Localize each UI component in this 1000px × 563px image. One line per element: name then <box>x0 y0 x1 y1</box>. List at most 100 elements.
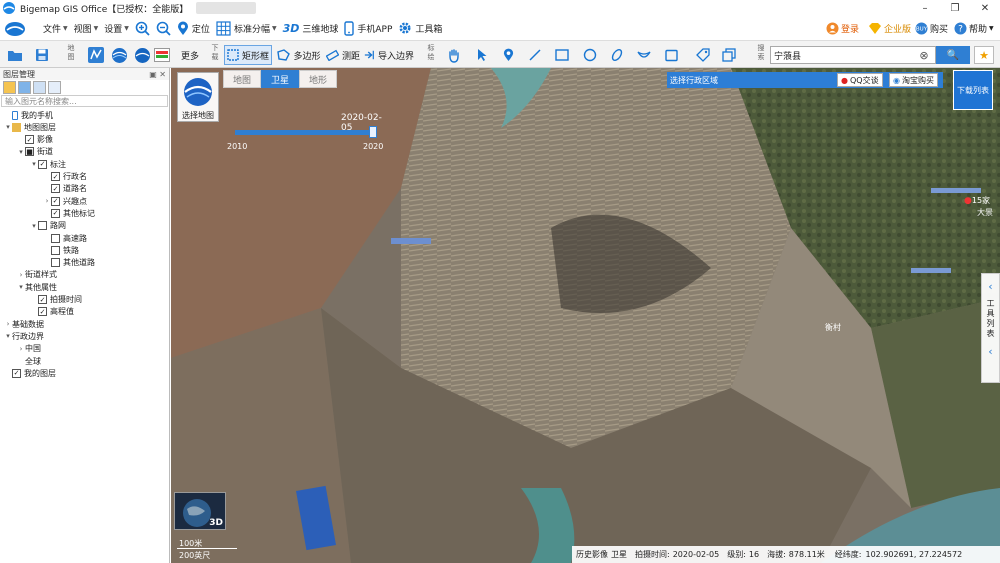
tree-node[interactable]: □ 高速路 <box>43 232 87 244</box>
pan-tool[interactable] <box>444 45 464 65</box>
3d-globe-button[interactable]: 3D 三维地球 <box>280 18 342 38</box>
app-logo[interactable] <box>0 16 30 40</box>
search-button[interactable]: 🔍 <box>936 46 970 64</box>
tree-node[interactable]: › 街道样式 <box>17 269 57 281</box>
tree-node[interactable]: ▾ □ 路网 <box>30 220 66 232</box>
square-tool[interactable] <box>661 45 681 65</box>
help-button[interactable]: ? 帮助 ▼ <box>954 16 994 40</box>
tree-node[interactable]: › 中国 <box>17 343 41 355</box>
standard-grid-button[interactable]: 标准分幅 ▼ <box>213 18 280 38</box>
layer-tool[interactable] <box>719 45 739 65</box>
line-tool[interactable] <box>525 45 545 65</box>
clear-search-button[interactable]: ⊗ <box>916 47 932 63</box>
tree-node[interactable]: □ 其他道路 <box>43 257 95 269</box>
layer-checkbox[interactable]: ✓ <box>38 159 47 169</box>
favorite-star-button[interactable]: ★ <box>974 46 994 64</box>
grid-layer-icon[interactable] <box>33 81 46 94</box>
panel-window-controls[interactable]: ▣ ✕ <box>149 70 166 79</box>
minimize-button[interactable]: – <box>910 0 940 16</box>
side-tool-panel[interactable]: ‹ 工具列表 ‹ <box>981 273 1000 383</box>
buy-button[interactable]: BUY 购买 <box>915 16 948 40</box>
mobile-app-button[interactable]: 手机APP <box>341 18 395 38</box>
layer-checkbox[interactable]: ✓ <box>38 295 47 304</box>
layer-checkbox[interactable]: ✓ <box>51 184 60 194</box>
menu-view[interactable]: 视图 ▼ <box>71 18 102 38</box>
tree-node[interactable]: ✓ 道路名 <box>43 183 87 195</box>
tab-map[interactable]: 地图 <box>223 70 261 88</box>
layer-checkbox[interactable]: ✓ <box>12 368 21 378</box>
tree-node[interactable]: ▾ 行政边界 <box>4 330 44 342</box>
layer-checkbox[interactable]: ✓ <box>25 135 34 145</box>
zoom-out-button[interactable] <box>153 18 174 38</box>
qq-chat-button[interactable]: ● QQ交谈 <box>837 73 883 87</box>
tree-node[interactable]: ✓ 高程值 <box>30 306 74 318</box>
menu-file[interactable]: 文件 ▼ <box>40 18 71 38</box>
chevron-down-icon[interactable]: ▾ <box>17 283 25 291</box>
layer-checkbox[interactable]: □ <box>51 258 60 268</box>
locate-button[interactable]: 定位 <box>174 18 213 38</box>
close-button[interactable]: ✕ <box>970 0 1000 16</box>
search-input[interactable]: 宁蒗县 <box>770 46 936 64</box>
chevron-right-icon[interactable]: › <box>17 271 25 279</box>
map-source-4[interactable] <box>153 45 171 65</box>
import-border-button[interactable]: 导入边界 <box>364 45 414 65</box>
menu-settings[interactable]: 设置 ▼ <box>101 18 132 38</box>
tree-node[interactable]: ✓ 行政名 <box>43 171 87 183</box>
ellipse-tool[interactable] <box>607 45 627 65</box>
open-layer-icon[interactable] <box>3 81 16 94</box>
tree-node[interactable]: ✓ 影像 <box>17 134 53 146</box>
open-folder-button[interactable] <box>6 45 24 65</box>
chevron-down-icon[interactable]: ▾ <box>17 148 25 156</box>
tree-node[interactable]: ✓ 拍摄时间 <box>30 294 82 306</box>
chevron-down-icon[interactable]: ▾ <box>30 222 38 230</box>
measure-button[interactable]: 测距 <box>325 45 361 65</box>
marker-tool[interactable] <box>498 45 518 65</box>
layer-checkbox[interactable]: ✓ <box>51 208 60 218</box>
timeline-slider-handle[interactable] <box>369 126 377 138</box>
poi-marker[interactable]: ●15家 <box>964 195 990 206</box>
region-select-bar[interactable]: 选择行政区域 ● QQ交谈 ◉ 淘宝购买 <box>667 72 943 88</box>
tree-node[interactable]: ✓ 其他标记 <box>43 207 95 219</box>
label-tool[interactable] <box>693 45 713 65</box>
chevron-down-icon[interactable]: ▾ <box>4 332 12 340</box>
tree-node[interactable]: › ✓ 兴趣点 <box>43 195 87 207</box>
circle-tool[interactable] <box>580 45 600 65</box>
rectangle-tool[interactable] <box>552 45 572 65</box>
tree-node[interactable]: ▾ ✓ 标注 <box>30 158 66 170</box>
layer-search-input[interactable]: 输入图元名称搜索... <box>1 95 168 107</box>
layer-checkbox[interactable]: ✓ <box>38 307 47 317</box>
polygon-button[interactable]: 多边形 <box>275 45 323 65</box>
tree-node[interactable]: › 基础数据 <box>4 318 44 330</box>
taobao-buy-button[interactable]: ◉ 淘宝购买 <box>889 73 938 87</box>
search-layer-icon[interactable] <box>48 81 61 94</box>
layer-checkbox[interactable]: □ <box>51 233 60 243</box>
layer-checkbox[interactable]: ■ <box>25 147 34 157</box>
login-button[interactable]: 登录 <box>826 16 859 40</box>
chevron-right-icon[interactable]: › <box>4 320 12 328</box>
chevron-down-icon[interactable]: ▾ <box>4 123 12 131</box>
zoom-in-button[interactable] <box>132 18 153 38</box>
tab-satellite[interactable]: 卫星 <box>261 70 299 88</box>
toolbox-button[interactable]: 工具箱 <box>395 18 445 38</box>
pointer-tool[interactable] <box>472 45 492 65</box>
chevron-down-icon[interactable]: ▾ <box>30 160 38 168</box>
layer-checkbox[interactable]: □ <box>38 221 47 231</box>
maximize-button[interactable]: ❐ <box>940 0 970 16</box>
chevron-right-icon[interactable]: › <box>43 197 51 205</box>
more-sources-button[interactable]: 更多 <box>180 45 200 65</box>
tree-node[interactable]: ▾ 地图图层 <box>4 121 56 133</box>
layer-checkbox[interactable]: ✓ <box>51 196 60 206</box>
map-source-1[interactable] <box>86 45 106 65</box>
minimap-3d[interactable]: 3D <box>174 492 226 530</box>
map-source-3[interactable] <box>132 45 152 65</box>
chevron-left-icon[interactable]: ‹ <box>988 345 992 358</box>
tree-node[interactable]: □ 铁路 <box>43 244 79 256</box>
download-list-button[interactable]: 下载列表 <box>953 70 993 110</box>
map-view[interactable]: 选择地图 地图 卫星 地形 2020-02-05 2010 2020 选择行政区… <box>171 68 1000 563</box>
enterprise-button[interactable]: 企业版 <box>868 16 911 40</box>
rect-select-button[interactable]: 矩形框 <box>224 45 272 65</box>
layer-checkbox[interactable]: ✓ <box>51 172 60 181</box>
chevron-right-icon[interactable]: › <box>17 345 25 353</box>
layer-checkbox[interactable]: □ <box>51 245 60 255</box>
select-map-button[interactable]: 选择地图 <box>177 72 219 122</box>
